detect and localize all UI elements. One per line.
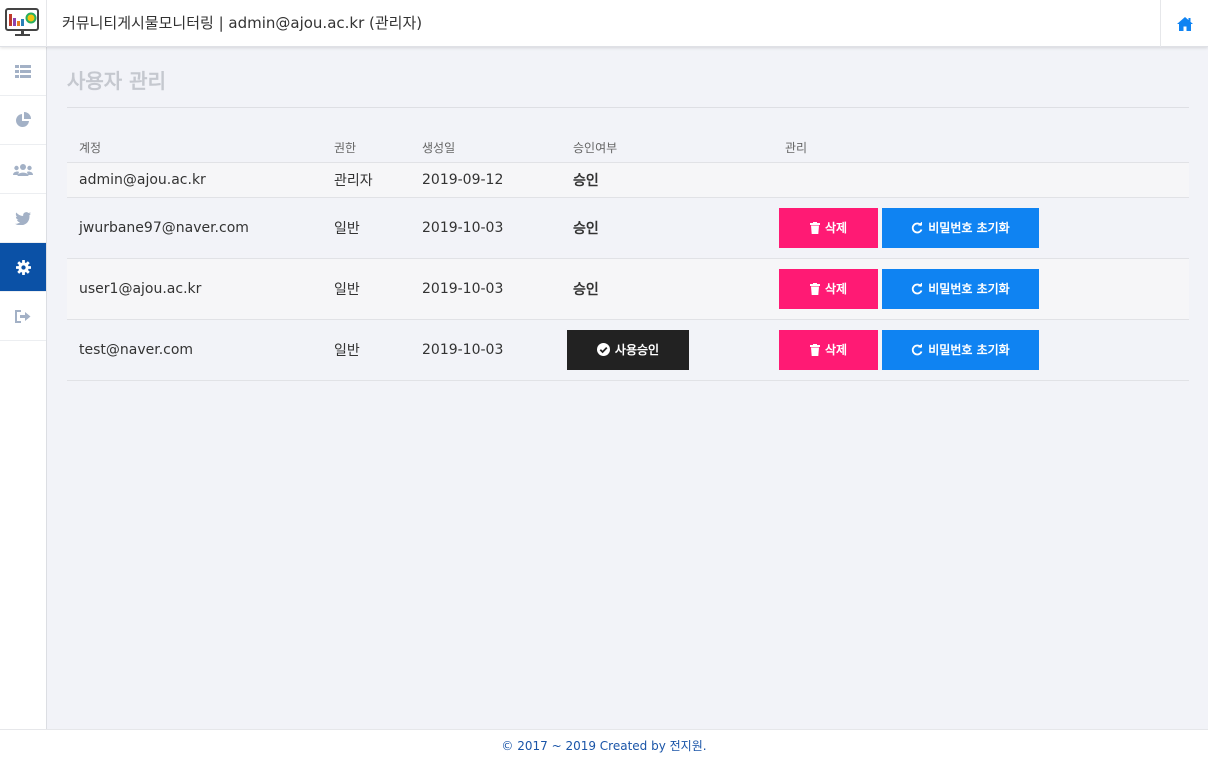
cell-manage: 삭제 비밀번호 초기화 [773, 318, 1189, 381]
reset-password-button[interactable]: 비밀번호 초기화 [882, 329, 1039, 370]
cell-created: 2019-10-03 [410, 257, 561, 319]
monitor-logo-icon [5, 8, 39, 36]
top-header: 커뮤니티게시물모니터링 | admin@ajou.ac.kr (관리자) [0, 0, 1208, 47]
cell-created: 2019-10-03 [410, 196, 561, 258]
cell-manage [773, 161, 1189, 197]
table-row: admin@ajou.ac.kr 관리자 2019-09-12 승인 [67, 161, 1189, 197]
sidebar-item-board[interactable] [0, 47, 46, 96]
sidebar-item-statistics[interactable] [0, 96, 46, 145]
refresh-icon [912, 221, 923, 233]
delete-button[interactable]: 삭제 [779, 207, 878, 248]
cell-account: admin@ajou.ac.kr [67, 161, 322, 197]
reset-password-button-label: 비밀번호 초기화 [928, 221, 1010, 235]
cell-role: 관리자 [322, 161, 410, 197]
column-header-status: 승인여부 [573, 141, 618, 156]
delete-button-label: 삭제 [824, 282, 848, 296]
main-content: 사용자 관리 계정 권한 생성일 승인여부 관리 admin@ajou.ac.k… [67, 47, 1189, 381]
table-row: jwurbane97@naver.com 일반 2019-10-03 승인 삭제… [67, 196, 1189, 258]
column-header-account: 계정 [79, 141, 102, 156]
column-header-created: 생성일 [422, 141, 456, 156]
cell-manage: 삭제 비밀번호 초기화 [773, 196, 1189, 258]
cell-account: test@naver.com [67, 318, 322, 381]
home-button[interactable] [1160, 0, 1208, 47]
column-header-manage: 관리 [785, 141, 808, 156]
sidebar-item-twitter[interactable] [0, 194, 46, 243]
cell-status: 승인 [561, 161, 773, 197]
trash-icon [809, 282, 820, 295]
user-table: 계정 권한 생성일 승인여부 관리 admin@ajou.ac.kr 관리자 2… [67, 134, 1189, 381]
table-row: user1@ajou.ac.kr 일반 2019-10-03 승인 삭제 비밀번… [67, 257, 1189, 319]
twitter-icon [15, 211, 31, 225]
list-icon [15, 64, 31, 78]
header-title: 커뮤니티게시물모니터링 | admin@ajou.ac.kr (관리자) [62, 14, 423, 32]
cell-account: user1@ajou.ac.kr [67, 257, 322, 319]
trash-icon [809, 343, 820, 356]
delete-button[interactable]: 삭제 [779, 329, 878, 370]
refresh-icon [912, 343, 923, 355]
reset-password-button[interactable]: 비밀번호 초기화 [882, 268, 1039, 309]
home-icon [1176, 16, 1193, 31]
footer-text: © 2017 ~ 2019 Created by 전지원. [501, 739, 707, 753]
reset-password-button-label: 비밀번호 초기화 [928, 282, 1010, 296]
footer: © 2017 ~ 2019 Created by 전지원. [0, 729, 1208, 757]
sign-out-icon [15, 309, 31, 323]
sidebar-item-logout[interactable] [0, 292, 46, 341]
reset-password-button[interactable]: 비밀번호 초기화 [882, 207, 1039, 248]
users-icon [13, 163, 33, 176]
gear-icon [15, 259, 31, 275]
delete-button[interactable]: 삭제 [779, 268, 878, 309]
check-circle-icon [596, 343, 610, 356]
sidebar-item-community[interactable] [0, 145, 46, 194]
page-title: 사용자 관리 [67, 65, 1189, 108]
pie-chart-icon [16, 112, 31, 127]
reset-password-button-label: 비밀번호 초기화 [928, 343, 1010, 357]
cell-role: 일반 [322, 196, 410, 258]
cell-created: 2019-09-12 [410, 161, 561, 197]
cell-role: 일반 [322, 257, 410, 319]
approve-user-button[interactable]: 사용승인 [567, 329, 689, 370]
app-logo[interactable] [0, 0, 47, 47]
cell-status: 승인 [561, 196, 773, 258]
refresh-icon [912, 282, 923, 294]
cell-created: 2019-10-03 [410, 318, 561, 381]
sidebar [0, 47, 47, 729]
cell-status: 승인 [561, 257, 773, 319]
table-header-row: 계정 권한 생성일 승인여부 관리 [67, 134, 1189, 162]
sidebar-item-settings[interactable] [0, 243, 46, 292]
approve-user-button-label: 사용승인 [614, 343, 660, 357]
cell-manage: 삭제 비밀번호 초기화 [773, 257, 1189, 319]
table-row: test@naver.com 일반 2019-10-03 사용승인 삭제 비밀번… [67, 318, 1189, 381]
cell-status: 사용승인 [561, 318, 773, 381]
column-header-role: 권한 [334, 141, 357, 156]
delete-button-label: 삭제 [824, 221, 848, 235]
cell-account: jwurbane97@naver.com [67, 196, 322, 258]
trash-icon [809, 221, 820, 234]
cell-role: 일반 [322, 318, 410, 381]
delete-button-label: 삭제 [824, 343, 848, 357]
